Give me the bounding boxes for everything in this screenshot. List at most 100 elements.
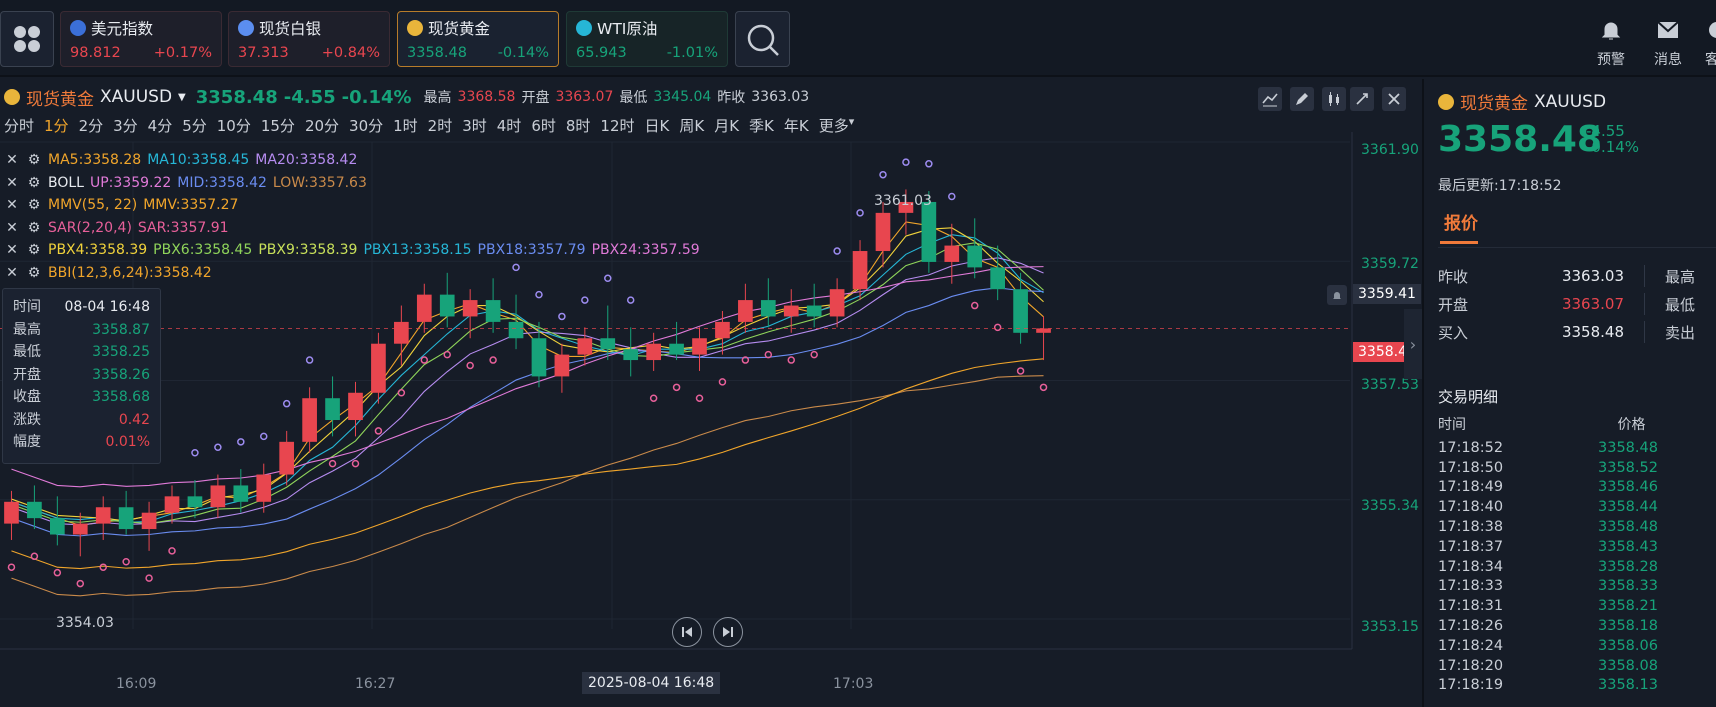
candle-body <box>760 300 776 317</box>
apps-menu-button[interactable] <box>0 11 54 67</box>
sar-dot <box>466 361 474 370</box>
side-symbol: XAUUSD <box>1534 91 1607 112</box>
candle-body <box>1036 328 1051 333</box>
indicator-value: MID:3358.42 <box>177 174 267 191</box>
candle-body <box>210 485 226 508</box>
last-updated: 最后更新:17:18:52 <box>1438 178 1562 194</box>
tt-low-label: 最低 <box>13 344 41 360</box>
ticker-card[interactable]: 现货白银 37.313 +0.84% <box>228 11 390 67</box>
candle-body <box>27 501 42 519</box>
sar-dot <box>1016 367 1025 375</box>
settings-icon[interactable]: ⚙ <box>26 149 42 172</box>
chart-pane: 现货黄金 XAUUSD ▼ 3358.48 -4.55 -0.14% 最高 33… <box>0 79 1422 707</box>
candle-body <box>95 507 111 524</box>
trades-time-header: 时间 <box>1438 417 1466 433</box>
tab-underline <box>1440 241 1478 244</box>
trade-time: 17:18:33 <box>1438 578 1504 595</box>
ticker-change: +0.17% <box>153 45 212 61</box>
candle-body <box>829 289 845 317</box>
sar-dot <box>305 356 314 364</box>
trade-price: 3358.52 <box>1598 459 1658 476</box>
close-icon[interactable]: ✕ <box>4 149 20 172</box>
message-button[interactable]: 消息 <box>1654 18 1682 69</box>
ticker-card[interactable]: WTI原油 65.943 -1.01% <box>566 11 728 67</box>
skip-back-icon <box>682 627 692 637</box>
close-icon[interactable]: ✕ <box>4 172 20 195</box>
tt-open: 3358.26 <box>92 366 150 383</box>
settings-icon[interactable]: ⚙ <box>26 194 42 217</box>
tt-amp: 0.01% <box>105 434 150 450</box>
tt-close: 3358.68 <box>92 389 150 405</box>
indicator-line <box>11 257 1044 526</box>
quote-row: 开盘 3363.07 最低 <box>1438 290 1716 318</box>
skip-forward-icon <box>723 627 733 637</box>
ticker-name: 美元指数 <box>91 20 154 38</box>
sar-dot <box>764 350 773 359</box>
bell-marker-icon[interactable] <box>1327 285 1347 305</box>
trade-time: 17:18:50 <box>1438 459 1504 476</box>
sar-dot <box>191 448 199 457</box>
settings-icon[interactable]: ⚙ <box>26 217 42 240</box>
indicator-value: LOW:3357.63 <box>272 174 367 191</box>
ticker-card[interactable]: 现货黄金 3358.48 -0.14% <box>397 11 559 67</box>
settings-icon[interactable]: ⚙ <box>26 172 42 195</box>
trades-title: 交易明细 <box>1438 388 1499 406</box>
side-change: -4.55 <box>1586 122 1625 140</box>
ticker-change: -0.14% <box>497 45 549 61</box>
indicator-value: PBX18:3357.79 <box>477 242 586 259</box>
side-title: 现货黄金 XAUUSD <box>1438 89 1606 114</box>
candle-body <box>531 338 547 377</box>
tab-quote[interactable]: 报价 <box>1444 209 1478 234</box>
candle-body <box>554 354 570 377</box>
candle-body <box>256 474 272 502</box>
next-button[interactable] <box>713 617 743 647</box>
indicator-value: PBX13:3358.15 <box>363 242 472 259</box>
indicator-value: SAR:3357.91 <box>137 219 229 236</box>
trade-price: 3358.18 <box>1598 618 1658 635</box>
tt-time-label: 时间 <box>13 299 41 315</box>
service-label: 客 <box>1705 52 1716 68</box>
candle-body <box>416 294 432 322</box>
tt-chg-label: 涨跌 <box>13 411 41 428</box>
trade-price: 3358.06 <box>1598 637 1658 654</box>
search-button[interactable] <box>735 11 790 67</box>
settings-icon[interactable]: ⚙ <box>26 239 42 262</box>
candle-body <box>715 321 730 339</box>
sar-dot <box>810 350 818 359</box>
candle-body <box>325 398 340 421</box>
trades-list: 17:18:52 3358.48 17:18:50 3358.52 17:18:49 33… <box>1438 438 1708 695</box>
close-icon[interactable]: ✕ <box>4 239 20 262</box>
service-button[interactable]: 客 <box>1705 18 1716 69</box>
close-icon[interactable]: ✕ <box>4 262 20 285</box>
indicator-value: BOLL <box>48 174 84 191</box>
chevron-right-icon[interactable]: › <box>1404 309 1422 379</box>
close-icon[interactable]: ✕ <box>4 217 20 240</box>
tt-chg: 0.42 <box>118 411 150 428</box>
indicator-row: ✕ ⚙ BOLL UP:3359.22 MID:3358.42 LOW:3357.63 <box>4 172 700 195</box>
time-label: 16:27 <box>355 676 396 692</box>
sar-dot <box>489 356 497 364</box>
ticker-card[interactable]: 美元指数 98.812 +0.17% <box>60 11 222 67</box>
scale-label: 3357.53 <box>1361 377 1419 393</box>
trade-time: 17:18:52 <box>1438 439 1504 456</box>
alert-label: 预警 <box>1597 52 1625 68</box>
sar-dot <box>535 290 543 299</box>
sar-dot <box>53 568 62 577</box>
trade-row: 17:18:34 3358.28 <box>1438 557 1708 577</box>
sar-dot <box>7 563 16 571</box>
indicator-row: ✕ ⚙ MA5:3358.28 MA10:3358.45 MA20:3358.42 <box>4 149 700 172</box>
search-icon <box>747 24 779 56</box>
trade-time: 17:18:24 <box>1438 637 1504 654</box>
trade-time: 17:18:38 <box>1438 519 1504 536</box>
envelope-icon <box>1657 21 1679 38</box>
close-icon[interactable]: ✕ <box>4 194 20 217</box>
prev-button[interactable] <box>672 617 702 647</box>
trade-time: 17:18:26 <box>1438 618 1504 635</box>
quote-label: 开盘 <box>1438 295 1469 314</box>
trade-row: 17:18:33 3358.33 <box>1438 577 1708 597</box>
alert-button[interactable]: 预警 <box>1597 18 1625 69</box>
settings-icon[interactable]: ⚙ <box>26 262 42 285</box>
bell-icon <box>1601 22 1621 40</box>
trades-header: 时间 价格 <box>1438 414 1708 434</box>
trade-row: 17:18:26 3358.18 <box>1438 616 1708 636</box>
